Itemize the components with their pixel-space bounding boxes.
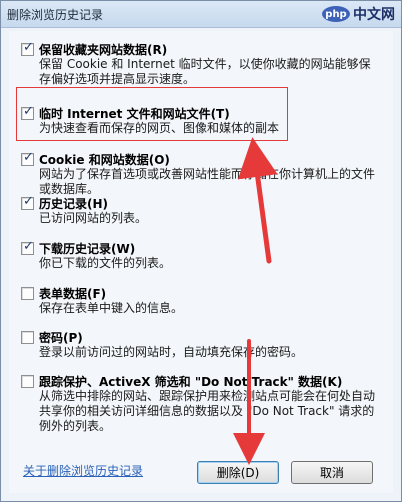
option-title[interactable]: 表单数据(F) — [39, 285, 106, 302]
option-description: 保留 Cookie 和 Internet 临时文件，以使你收藏的网站能够保存偏好… — [39, 57, 371, 86]
option-description: 你已下载的文件的列表。 — [39, 256, 172, 270]
cancel-button[interactable]: 取消 — [291, 461, 373, 484]
option-title[interactable]: 保留收藏夹网站数据(R) — [39, 41, 167, 58]
option-title[interactable]: 跟踪保护、ActiveX 筛选和 "Do Not Track" 数据(K) — [39, 373, 342, 390]
option-description: 从筛选中排除的网站、跟踪保护用来检测站点可能会在何处自动共享你的相关访问详细信息… — [39, 389, 376, 433]
about-delete-history-link[interactable]: 关于删除浏览历史记录 — [23, 462, 143, 479]
checkmark-icon: ✓ — [23, 239, 34, 254]
checkbox-download-history[interactable]: ✓ — [21, 239, 34, 255]
checkmark-icon: ✓ — [23, 150, 34, 165]
watermark-text: 中文网 — [353, 7, 395, 23]
delete-history-dialog: 删除浏览历史记录 php 中文网 ✓ 保留收藏夹网站数据(R) 保留 Cooki… — [0, 0, 402, 502]
checkbox-passwords[interactable] — [21, 331, 34, 344]
window-title: 删除浏览历史记录 — [7, 8, 104, 22]
checkmark-icon: ✓ — [23, 40, 34, 55]
option-description: 网站为了保存首选项或改善网站性能而存储在你计算机上的文件或数据库。 — [39, 167, 376, 196]
option-title[interactable]: Cookie 和网站数据(O) — [39, 151, 170, 168]
watermark-logo: php 中文网 — [322, 4, 395, 24]
watermark-badge: php — [322, 6, 350, 22]
option-title[interactable]: 历史记录(H) — [39, 195, 108, 212]
checkbox-history[interactable]: ✓ — [21, 194, 34, 210]
option-title[interactable]: 密码(P) — [39, 329, 83, 346]
checkmark-icon: ✓ — [23, 194, 34, 209]
delete-button[interactable]: 删除(D) — [197, 461, 279, 484]
checkbox-cookies[interactable]: ✓ — [21, 150, 34, 166]
checkbox-keep-favorites[interactable]: ✓ — [21, 40, 34, 56]
option-description: 登录以前访问过的网站时，自动填充保存的密码。 — [39, 345, 304, 359]
annotation-highlight-box — [16, 87, 288, 141]
option-description: 已访问网站的列表。 — [39, 211, 148, 225]
title-bar: 删除浏览历史记录 php 中文网 — [1, 1, 401, 28]
checkbox-tracking-protection[interactable] — [21, 375, 34, 388]
option-title[interactable]: 下载历史记录(W) — [39, 240, 135, 257]
option-description: 保存在表单中键入的信息。 — [39, 301, 184, 315]
checkbox-form-data[interactable] — [21, 287, 34, 300]
